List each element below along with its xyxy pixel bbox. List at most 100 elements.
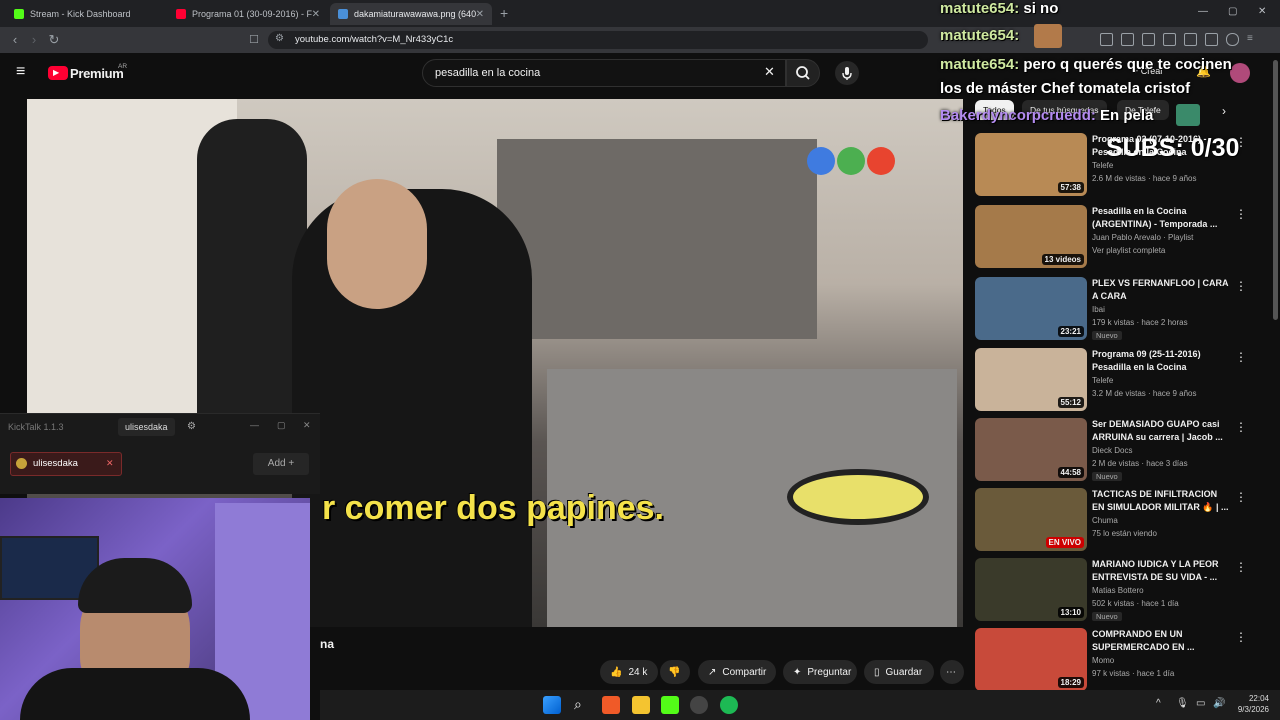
recommendation-item[interactable]: 55:12 Programa 09 (25-11-2016) Pesadilla … <box>975 348 1265 412</box>
channel-name[interactable]: Ibai <box>1092 305 1105 314</box>
close-window-button[interactable]: ✕ <box>1258 6 1266 17</box>
voice-search-button[interactable] <box>835 61 859 85</box>
add-label: Add <box>267 458 286 469</box>
minimize-button[interactable]: — <box>250 420 259 430</box>
video-thumbnail[interactable]: EN VIVO <box>975 488 1087 551</box>
shield-icon[interactable] <box>1226 33 1239 46</box>
video-title[interactable]: Pesadilla en la Cocina (ARGENTINA) - Tem… <box>1092 205 1232 231</box>
dislike-button[interactable]: 👎 <box>660 660 690 684</box>
video-title[interactable]: MARIANO IUDICA Y LA PEOR ENTREVISTA DE S… <box>1092 558 1232 584</box>
forward-icon[interactable]: › <box>26 31 42 49</box>
more-options-icon[interactable]: ⋮ <box>1235 420 1247 434</box>
video-title[interactable]: Programa 02 (07-10-2016) - Pesadilla en … <box>1092 133 1232 159</box>
site-info-icon[interactable]: ⚙ <box>275 33 284 44</box>
channel-name[interactable]: Momo <box>1092 656 1114 665</box>
settings-icon[interactable]: ⚙ <box>187 421 196 432</box>
more-options-icon[interactable]: ⋮ <box>1235 135 1247 149</box>
maximize-button[interactable]: ▢ <box>1228 6 1237 17</box>
video-thumbnail[interactable]: 23:21 <box>975 277 1087 340</box>
close-icon[interactable]: ✕ <box>312 9 320 20</box>
recommendation-item[interactable]: EN VIVO TACTICAS DE INFILTRACION EN SIMUL… <box>975 488 1265 552</box>
bookmark-icon[interactable]: ☐ <box>246 31 262 49</box>
channel-name[interactable]: Matias Bottero <box>1092 586 1144 595</box>
recommendation-item[interactable]: 18:29 COMPRANDO EN UN SUPERMERCADO EN ...… <box>975 628 1265 692</box>
obs-icon[interactable] <box>690 696 708 714</box>
spotify-icon[interactable] <box>720 696 738 714</box>
chevron-right-icon[interactable]: › <box>1222 104 1226 118</box>
recommendation-item[interactable]: 13:10 MARIANO IUDICA Y LA PEOR ENTREVISTA… <box>975 558 1265 622</box>
kicktalk-user-tab[interactable]: ulisesdaka <box>118 418 175 436</box>
like-button[interactable]: 👍 24 k <box>600 660 658 684</box>
tray-expand-icon[interactable]: ^ <box>1156 698 1161 709</box>
video-title[interactable]: Ser DEMASIADO GUAPO casi ARRUINA su carr… <box>1092 418 1232 444</box>
channel-chip[interactable]: ulisesdaka ✕ <box>10 452 122 476</box>
music-icon[interactable] <box>1142 33 1155 46</box>
tab-kick-dashboard[interactable]: Stream - Kick Dashboard <box>6 3 166 25</box>
reload-icon[interactable]: ↻ <box>46 31 62 49</box>
back-icon[interactable]: ‹ <box>7 31 23 49</box>
video-thumbnail[interactable]: 18:29 <box>975 628 1087 691</box>
network-icon[interactable]: ▭ <box>1196 698 1205 709</box>
volume-icon[interactable]: 🔊 <box>1213 698 1225 709</box>
more-options-icon[interactable]: ⋮ <box>1235 350 1247 364</box>
video-thumbnail[interactable]: 57:38 <box>975 133 1087 196</box>
search-icon[interactable]: ⌕ <box>574 696 582 713</box>
tab-image[interactable]: dakamiaturawawawa.png (640× ✕ <box>330 3 492 25</box>
hamburger-icon[interactable]: ≡ <box>16 63 25 81</box>
clock-time[interactable]: 22:04 <box>1233 694 1269 703</box>
video-title[interactable]: TACTICAS DE INFILTRACION EN SIMULADOR MI… <box>1092 488 1232 514</box>
ask-button[interactable]: ✦ Preguntar <box>783 660 857 684</box>
more-options-icon[interactable]: ⋮ <box>1235 630 1247 644</box>
video-thumbnail[interactable]: 44:58 <box>975 418 1087 481</box>
more-options-icon[interactable]: ⋮ <box>1235 560 1247 574</box>
channel-name[interactable]: Dieck Docs <box>1092 446 1132 455</box>
file-explorer-icon[interactable] <box>632 696 650 714</box>
search-input[interactable]: pesadilla en la cocina <box>422 59 786 87</box>
minimize-button[interactable]: — <box>1198 6 1208 17</box>
video-thumbnail[interactable]: 55:12 <box>975 348 1087 411</box>
menu-icon[interactable]: ≡ <box>1247 33 1258 44</box>
search-button[interactable] <box>786 59 820 87</box>
video-thumbnail[interactable]: 13 videos <box>975 205 1087 268</box>
new-tab-button[interactable]: + <box>500 5 508 21</box>
more-options-icon[interactable]: ⋮ <box>1235 490 1247 504</box>
channel-name[interactable]: Telefe <box>1092 376 1113 385</box>
windows-start-icon[interactable] <box>543 696 561 714</box>
url-field[interactable]: youtube.com/watch?v=M_Nr433yC1c <box>268 31 928 49</box>
recommendation-item[interactable]: 57:38 Programa 02 (07-10-2016) - Pesadill… <box>975 133 1265 197</box>
youtube-premium-logo[interactable]: Premium <box>70 66 124 81</box>
more-options-icon[interactable]: ⋮ <box>1235 207 1247 221</box>
ai-icon[interactable] <box>1205 33 1218 46</box>
clear-search-icon[interactable]: ✕ <box>764 64 775 80</box>
channel-name[interactable]: Juan Pablo Arevalo · Playlist <box>1092 233 1193 242</box>
scrollbar[interactable] <box>1273 60 1278 320</box>
more-options-icon[interactable]: ⋮ <box>1235 279 1247 293</box>
video-title[interactable]: Programa 09 (25-11-2016) Pesadilla en la… <box>1092 348 1232 374</box>
recommendation-item[interactable]: 44:58 Ser DEMASIADO GUAPO casi ARRUINA su… <box>975 418 1265 482</box>
video-title[interactable]: PLEX VS FERNANFLOO | CARA A CARA <box>1092 277 1232 303</box>
close-window-button[interactable]: ✕ <box>303 420 311 431</box>
save-button[interactable]: ▯ Guardar <box>864 660 934 684</box>
clock-date[interactable]: 9/3/2026 <box>1226 705 1269 714</box>
video-thumbnail[interactable]: 13:10 <box>975 558 1087 621</box>
sidebar-icon[interactable] <box>1163 33 1176 46</box>
channel-name[interactable]: Telefe <box>1092 161 1113 170</box>
extension-icon[interactable] <box>1100 33 1113 46</box>
avatar[interactable] <box>1230 63 1250 83</box>
extension-icon[interactable] <box>1121 33 1134 46</box>
kick-icon[interactable] <box>661 696 679 714</box>
add-channel-button[interactable]: Add + <box>253 453 309 475</box>
microphone-tray-icon[interactable]: 🎙 <box>1176 698 1189 709</box>
close-icon[interactable]: ✕ <box>476 9 484 20</box>
share-button[interactable]: ↗ Compartir <box>698 660 776 684</box>
recommendation-item[interactable]: 13 videos Pesadilla en la Cocina (ARGENTI… <box>975 205 1265 269</box>
wallet-icon[interactable] <box>1184 33 1197 46</box>
maximize-button[interactable]: ▢ <box>277 420 286 431</box>
video-title[interactable]: COMPRANDO EN UN SUPERMERCADO EN ... <box>1092 628 1232 654</box>
channel-name[interactable]: Chuma <box>1092 516 1118 525</box>
recommendation-item[interactable]: 23:21 PLEX VS FERNANFLOO | CARA A CARA Iba… <box>975 277 1265 341</box>
close-icon[interactable]: ✕ <box>106 458 114 469</box>
tab-youtube-video[interactable]: Programa 01 (30-09-2016) - F ✕ <box>168 3 328 25</box>
brave-browser-icon[interactable] <box>602 696 620 714</box>
more-actions-button[interactable]: ⋯ <box>940 660 964 684</box>
